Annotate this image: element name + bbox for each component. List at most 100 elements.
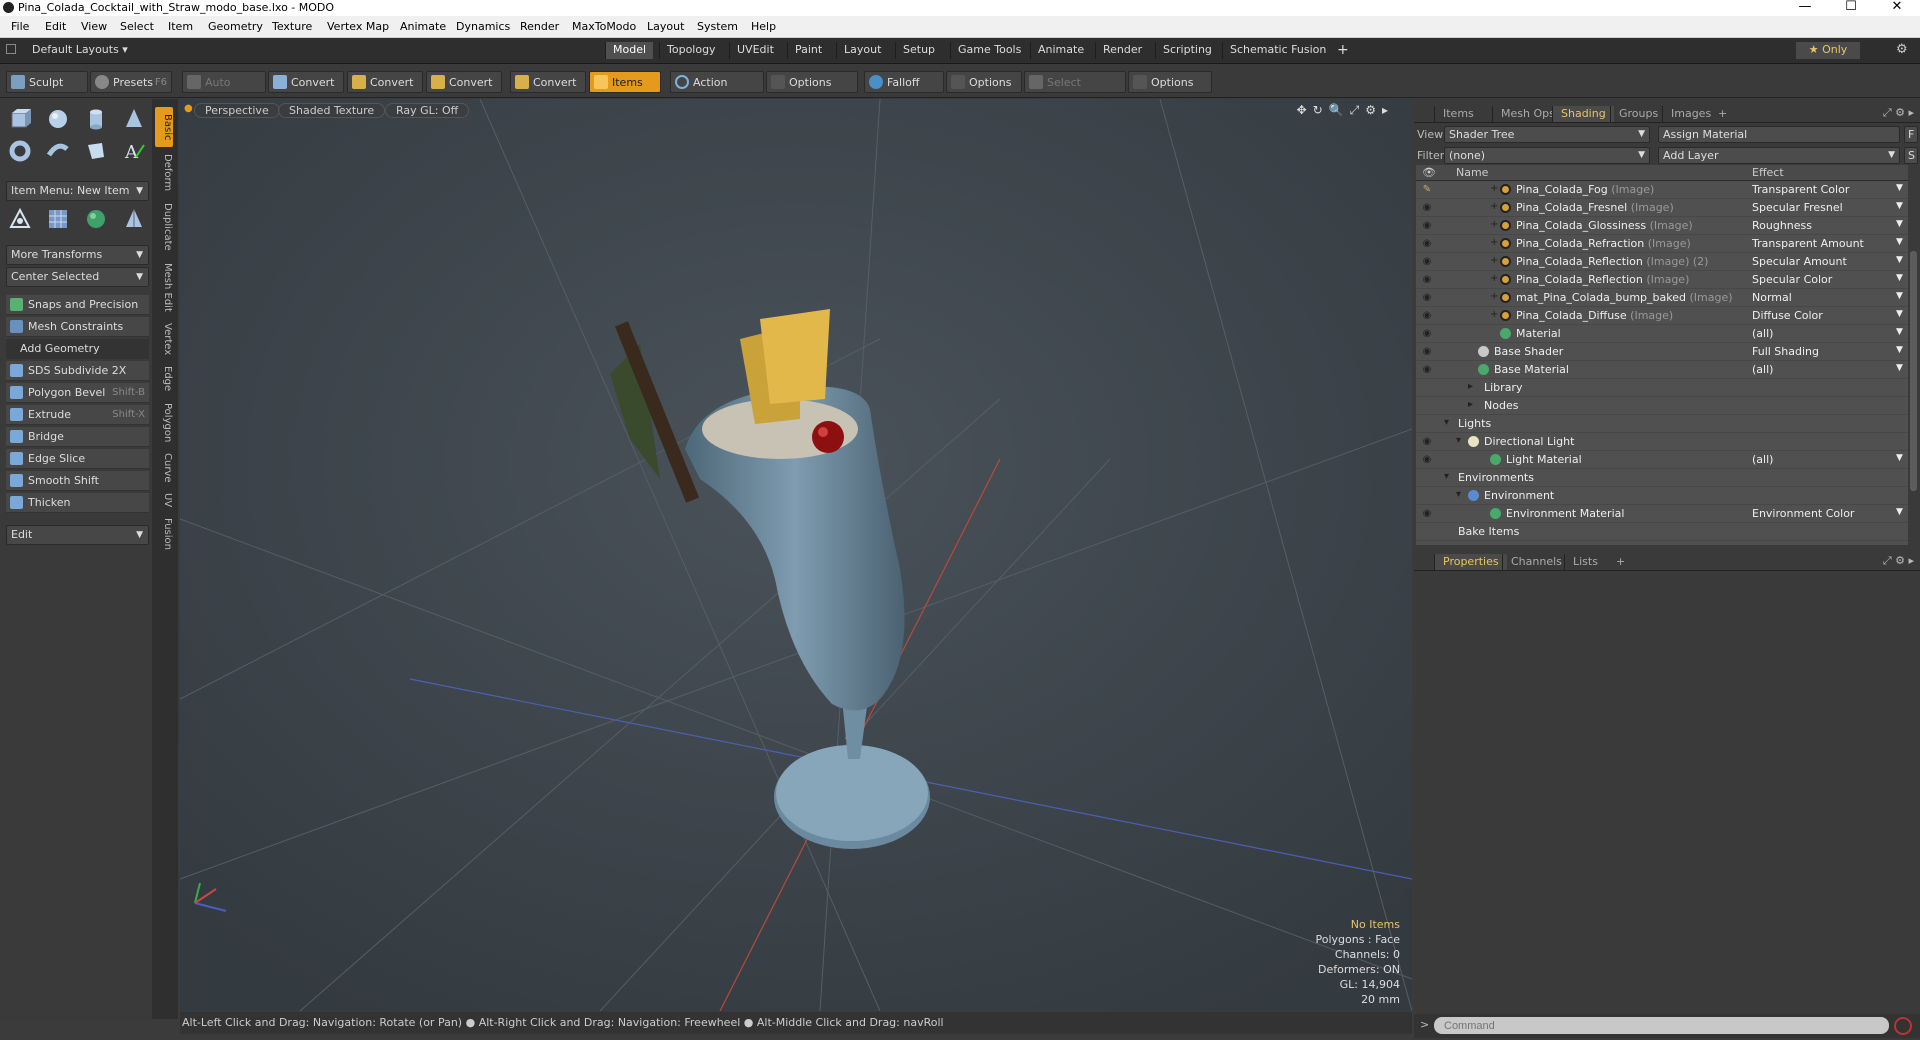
menu-help[interactable]: Help xyxy=(751,20,776,33)
tree-row[interactable]: ▾ Lights xyxy=(1416,415,1908,433)
gear-icon[interactable]: ⚙ xyxy=(1896,42,1912,58)
tab-setup[interactable]: Setup xyxy=(895,42,942,59)
expand-icon[interactable]: + xyxy=(1490,291,1498,302)
tree-row[interactable]: ◉ + Pina_Colada_Glossiness (Image) Roughnes… xyxy=(1416,217,1908,235)
eye-icon[interactable]: ◉ xyxy=(1421,202,1433,214)
menu-view[interactable]: View xyxy=(81,20,107,33)
tree-row[interactable]: ◉ + Pina_Colada_Reflection (Image) Specular… xyxy=(1416,271,1908,289)
expand-icon[interactable]: + xyxy=(1490,273,1498,284)
tree-row[interactable]: ◉ + Pina_Colada_Refraction (Image) Transpar… xyxy=(1416,235,1908,253)
expand-icon[interactable]: + xyxy=(1490,201,1498,212)
menu-vertex-map[interactable]: Vertex Map xyxy=(327,20,389,33)
locator-icon[interactable] xyxy=(6,205,34,233)
perspective-dropdown[interactable]: Perspective xyxy=(194,103,280,118)
tree-row[interactable]: ◉ + mat_Pina_Colada_bump_baked (Image) Norm… xyxy=(1416,289,1908,307)
collapse-icon[interactable]: ▾ xyxy=(1444,417,1449,428)
center-selected-dropdown[interactable]: Center Selected ▼ xyxy=(6,267,149,287)
vtab-uv[interactable]: UV xyxy=(155,489,173,511)
action-center-button[interactable]: Action Center xyxy=(670,71,764,110)
more-transforms-dropdown[interactable]: More Transforms ▼ xyxy=(6,245,149,265)
convert-polygons-button[interactable]: Convert xyxy=(426,71,502,93)
expand-icon[interactable]: + xyxy=(1490,255,1498,266)
vtab-curve[interactable]: Curve xyxy=(155,451,173,485)
add-property-tab-button[interactable]: + xyxy=(1608,554,1633,570)
tree-row[interactable]: ◉ + Pina_Colada_Fresnel (Image) Specular Fr… xyxy=(1416,199,1908,217)
mesh-constraints-button[interactable]: Mesh Constraints xyxy=(6,317,149,337)
menu-edit[interactable]: Edit xyxy=(45,20,66,33)
expand-icon[interactable]: + xyxy=(1490,219,1498,230)
presets-button[interactable]: Presets F6 xyxy=(90,71,172,93)
shading-dropdown[interactable]: Shaded Texture xyxy=(278,103,386,118)
close-button[interactable]: ✕ xyxy=(1874,0,1920,16)
tree-row[interactable]: ▸ Nodes xyxy=(1416,397,1908,415)
view-dropdown[interactable]: Shader Tree ▼ xyxy=(1444,126,1650,143)
command-input[interactable] xyxy=(1434,1017,1889,1034)
tab-layout[interactable]: Layout xyxy=(836,42,888,59)
sphere-icon[interactable] xyxy=(44,105,72,133)
menu-file[interactable]: File xyxy=(11,20,29,33)
select-through-button[interactable]: Select Through xyxy=(1024,71,1126,110)
effect-column-header[interactable]: Effect xyxy=(1752,166,1784,179)
tab-channels[interactable]: Channels xyxy=(1502,554,1570,570)
vtab-vertex[interactable]: Vertex xyxy=(155,319,173,359)
tab-render[interactable]: Render xyxy=(1095,42,1149,59)
record-icon[interactable] xyxy=(1894,1017,1912,1035)
tree-row[interactable]: ◉ Base Shader Full Shading ▼ xyxy=(1416,343,1908,361)
tab-model[interactable]: Model xyxy=(605,42,654,59)
tab-items[interactable]: Items xyxy=(1434,106,1482,122)
menu-dynamics[interactable]: Dynamics xyxy=(456,20,510,33)
eye-icon[interactable]: ◉ xyxy=(1421,256,1433,268)
convert-edges-button[interactable]: Convert xyxy=(347,71,423,93)
vtab-fusion[interactable]: Fusion xyxy=(155,515,173,553)
eye-icon[interactable]: ◉ xyxy=(1421,310,1433,322)
falloff-options-button[interactable]: Options xyxy=(946,71,1022,93)
tab-shading[interactable]: Shading xyxy=(1552,106,1614,122)
eye-icon[interactable]: ◉ xyxy=(1421,364,1433,376)
items-mode-button[interactable]: Items xyxy=(589,71,661,93)
select-options-button[interactable]: Options xyxy=(1128,71,1212,93)
text-tool-icon[interactable]: A xyxy=(120,137,148,165)
thicken-button[interactable]: Thicken xyxy=(6,493,149,513)
vtab-deform[interactable]: Deform xyxy=(155,151,173,195)
menu-item[interactable]: Item xyxy=(168,20,193,33)
cylinder-icon[interactable] xyxy=(82,105,110,133)
menu-maxtomodo[interactable]: MaxToModo xyxy=(572,20,636,33)
add-geometry-section[interactable]: Add Geometry xyxy=(6,339,149,359)
tree-row[interactable]: ✎ + Pina_Colada_Fog (Image) Transparent Col… xyxy=(1416,181,1908,199)
tree-row[interactable]: ▾ Environments xyxy=(1416,469,1908,487)
viewport-menu-icon[interactable]: ● xyxy=(184,103,193,114)
tab-properties[interactable]: Properties xyxy=(1434,554,1507,570)
expand-icon[interactable]: + xyxy=(1490,183,1498,194)
convert-vertices-button[interactable]: Convert xyxy=(268,71,344,93)
tab-game-tools[interactable]: Game Tools xyxy=(950,42,1028,59)
eye-icon[interactable]: ◉ xyxy=(1421,238,1433,250)
snaps-precision-button[interactable]: Snaps and Precision xyxy=(6,295,149,315)
add-layer-s-button[interactable]: S xyxy=(1904,147,1918,164)
vtab-mesh-edit[interactable]: Mesh Edit xyxy=(155,259,173,315)
eye-icon[interactable]: ◉ xyxy=(1421,328,1433,340)
extrude-button[interactable]: Extrude Shift-X xyxy=(6,405,149,425)
edge-slice-button[interactable]: Edge Slice xyxy=(6,449,149,469)
menu-select[interactable]: Select xyxy=(120,20,154,33)
tree-row[interactable]: ◉ + Pina_Colada_Diffuse (Image) Diffuse Col… xyxy=(1416,307,1908,325)
tab-animate[interactable]: Animate xyxy=(1030,42,1091,59)
collapse-icon[interactable]: ▾ xyxy=(1456,489,1461,500)
eye-icon[interactable]: ◉ xyxy=(1421,436,1433,448)
shader-tree-scrollbar[interactable] xyxy=(1908,181,1918,545)
name-column-header[interactable]: Name xyxy=(1456,166,1488,179)
tree-row[interactable]: ◉ Light Material (all) ▼ xyxy=(1416,451,1908,469)
pen-icon[interactable] xyxy=(82,137,110,165)
vtab-basic[interactable]: Basic xyxy=(155,107,173,147)
tab-lists[interactable]: Lists xyxy=(1564,554,1606,570)
pyramid-icon[interactable] xyxy=(120,205,148,233)
tab-paint[interactable]: Paint xyxy=(787,42,829,59)
vtab-duplicate[interactable]: Duplicate xyxy=(155,199,173,255)
panel-options-icon[interactable]: ⤢ ⚙ ▸ xyxy=(1883,106,1914,120)
torus-icon[interactable] xyxy=(6,137,34,165)
cube-icon[interactable] xyxy=(6,105,34,133)
edit-dropdown[interactable]: Edit ▼ xyxy=(6,525,149,545)
collapse-icon[interactable]: ▾ xyxy=(1444,471,1449,482)
tree-row[interactable]: ◉ Base Material (all) ▼ xyxy=(1416,361,1908,379)
tab-groups[interactable]: Groups xyxy=(1610,106,1666,122)
expand-icon[interactable]: + xyxy=(1490,237,1498,248)
